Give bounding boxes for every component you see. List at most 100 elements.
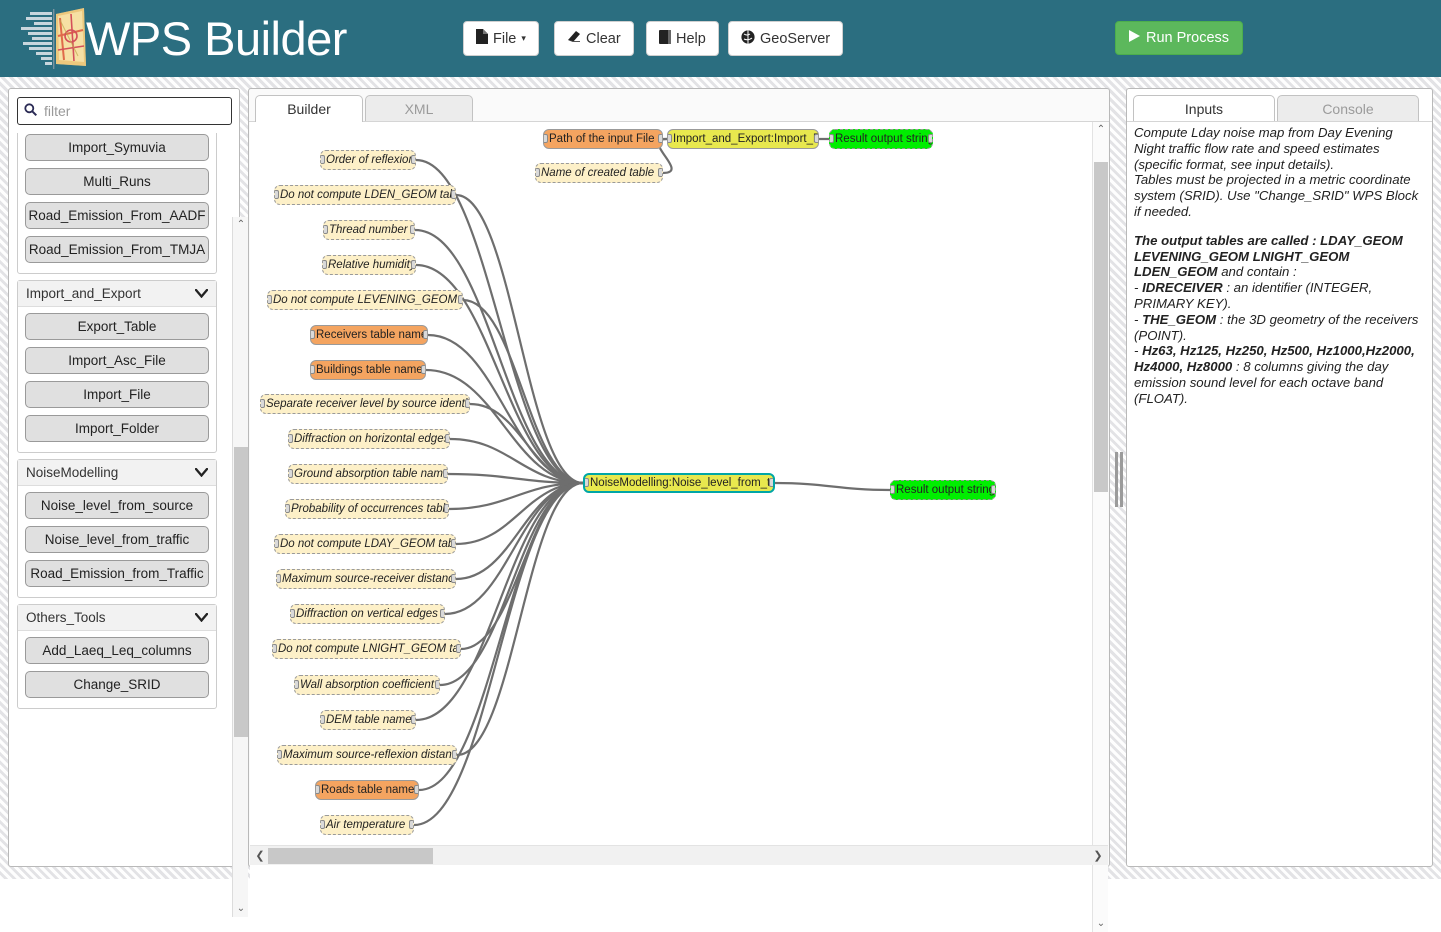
process-button-import_symuvia[interactable]: Import_Symuvia: [25, 134, 209, 161]
graph-node[interactable]: Diffraction on vertical edges: [290, 604, 445, 624]
graph-node[interactable]: Import_and_Export:Import_File: [667, 129, 819, 149]
canvas-horizontal-scrollbar[interactable]: ❮ ❯: [250, 845, 1108, 865]
node-output-port[interactable]: [456, 644, 460, 653]
graph-node[interactable]: Air temperature: [320, 815, 414, 835]
node-input-port[interactable]: [321, 155, 325, 164]
graph-node[interactable]: Maximum source-reflexion distance: [277, 745, 457, 765]
process-button-road_emission_from_tmja[interactable]: Road_Emission_From_TMJA: [25, 236, 209, 263]
graph-node[interactable]: Name of created table: [535, 163, 663, 183]
scroll-down-arrow[interactable]: ⌄: [233, 901, 249, 917]
node-input-port[interactable]: [324, 225, 328, 234]
node-input-port[interactable]: [295, 680, 299, 689]
node-output-port[interactable]: [411, 260, 415, 269]
node-output-port[interactable]: [421, 365, 425, 374]
node-input-port[interactable]: [275, 539, 279, 548]
graph-node[interactable]: Separate receiver level by source identi…: [260, 394, 470, 414]
run-process-button[interactable]: Run Process: [1115, 21, 1244, 55]
canvas-scroll-right-arrow[interactable]: ❯: [1090, 846, 1106, 866]
panel-resize-handle[interactable]: [1114, 452, 1124, 507]
node-output-port[interactable]: [423, 330, 427, 339]
node-input-port[interactable]: [536, 168, 540, 177]
node-input-port[interactable]: [891, 485, 895, 494]
node-input-port[interactable]: [311, 365, 315, 374]
node-input-port[interactable]: [323, 260, 327, 269]
node-output-port[interactable]: [658, 168, 662, 177]
node-input-port[interactable]: [544, 134, 548, 143]
graph-node[interactable]: Buildings table name: [310, 360, 426, 380]
process-button-road_emission_from_traffic[interactable]: Road_Emission_from_Traffic: [25, 560, 209, 587]
tab-xml[interactable]: XML: [365, 95, 473, 122]
process-group-header-noisemodelling[interactable]: NoiseModelling: [18, 460, 216, 486]
graph-node[interactable]: Do not compute LDEN_GEOM table: [274, 185, 456, 205]
node-output-port[interactable]: [451, 190, 455, 199]
process-button-road_emission_from_aadf[interactable]: Road_Emission_From_AADF: [25, 202, 209, 229]
node-input-port[interactable]: [278, 750, 282, 759]
geoserver-button[interactable]: GeoServer: [728, 21, 844, 56]
node-input-port[interactable]: [261, 399, 265, 408]
graph-node[interactable]: Result output string: [890, 480, 996, 500]
filter-input[interactable]: [42, 102, 222, 120]
node-output-port[interactable]: [769, 478, 773, 487]
canvas-scroll-left-arrow[interactable]: ❮: [252, 846, 268, 866]
graph-canvas[interactable]: Path of the input File Import_and_Export:…: [250, 122, 1108, 932]
process-group-header-import_and_export[interactable]: Import_and_Export: [18, 281, 216, 307]
node-input-port[interactable]: [291, 609, 295, 618]
graph-node[interactable]: Path of the input File: [543, 129, 663, 149]
node-output-port[interactable]: [451, 539, 455, 548]
graph-node[interactable]: Diffraction on horizontal edges: [288, 429, 450, 449]
node-output-port[interactable]: [452, 750, 456, 759]
node-input-port[interactable]: [289, 434, 293, 443]
node-input-port[interactable]: [289, 469, 293, 478]
graph-node[interactable]: Result output string: [829, 129, 933, 149]
node-input-port[interactable]: [275, 190, 279, 199]
help-button[interactable]: Help: [646, 21, 719, 56]
node-input-port[interactable]: [277, 574, 281, 583]
graph-node[interactable]: DEM table name: [320, 710, 416, 730]
sidebar-scrollbar[interactable]: ⌃ ⌄: [232, 217, 248, 917]
process-button-export_table[interactable]: Export_Table: [25, 313, 209, 340]
graph-node[interactable]: Relative humidity: [322, 255, 416, 275]
process-button-multi_runs[interactable]: Multi_Runs: [25, 168, 209, 195]
process-button-import_file[interactable]: Import_File: [25, 381, 209, 408]
graph-node[interactable]: Order of reflexion: [320, 150, 416, 170]
node-input-port[interactable]: [311, 330, 315, 339]
process-button-noise_level_from_traffic[interactable]: Noise_level_from_traffic: [25, 526, 209, 553]
node-output-port[interactable]: [658, 134, 662, 143]
graph-node[interactable]: Ground absorption table name: [288, 464, 448, 484]
node-input-port[interactable]: [585, 478, 589, 487]
scrollbar-thumb[interactable]: [234, 447, 248, 737]
node-output-port[interactable]: [440, 609, 444, 618]
graph-node[interactable]: Do not compute LDAY_GEOM table: [274, 534, 456, 554]
node-output-port[interactable]: [444, 504, 448, 513]
canvas-vertical-scrollbar[interactable]: ⌃ ⌄: [1092, 122, 1108, 932]
node-output-port[interactable]: [411, 155, 415, 164]
tab-inputs[interactable]: Inputs: [1133, 95, 1275, 122]
graph-node[interactable]: Probability of occurrences table: [285, 499, 449, 519]
node-output-port[interactable]: [445, 434, 449, 443]
node-input-port[interactable]: [316, 785, 320, 794]
graph-node[interactable]: Roads table name: [315, 780, 419, 800]
node-output-port[interactable]: [435, 680, 439, 689]
canvas-vscroll-thumb[interactable]: [1094, 162, 1108, 492]
node-output-port[interactable]: [458, 295, 462, 304]
node-input-port[interactable]: [830, 134, 834, 143]
process-button-import_asc_file[interactable]: Import_Asc_File: [25, 347, 209, 374]
node-input-port[interactable]: [321, 820, 325, 829]
process-group-header-others_tools[interactable]: Others_Tools: [18, 605, 216, 631]
node-output-port[interactable]: [411, 715, 415, 724]
graph-node[interactable]: Thread number: [323, 220, 415, 240]
filter-box[interactable]: [17, 97, 232, 125]
canvas-scroll-down-arrow[interactable]: ⌄: [1093, 916, 1109, 932]
file-menu-button[interactable]: File ▾: [463, 21, 539, 56]
graph-node[interactable]: Receivers table name: [310, 325, 428, 345]
node-input-port[interactable]: [668, 134, 672, 143]
process-button-import_folder[interactable]: Import_Folder: [25, 415, 209, 442]
process-button-noise_level_from_source[interactable]: Noise_level_from_source: [25, 492, 209, 519]
node-output-port[interactable]: [409, 820, 413, 829]
node-output-port[interactable]: [465, 399, 469, 408]
node-input-port[interactable]: [268, 295, 272, 304]
process-button-change_srid[interactable]: Change_SRID: [25, 671, 209, 698]
node-output-port[interactable]: [443, 469, 447, 478]
node-input-port[interactable]: [286, 504, 290, 513]
graph-node[interactable]: Maximum source-receiver distance: [276, 569, 456, 589]
